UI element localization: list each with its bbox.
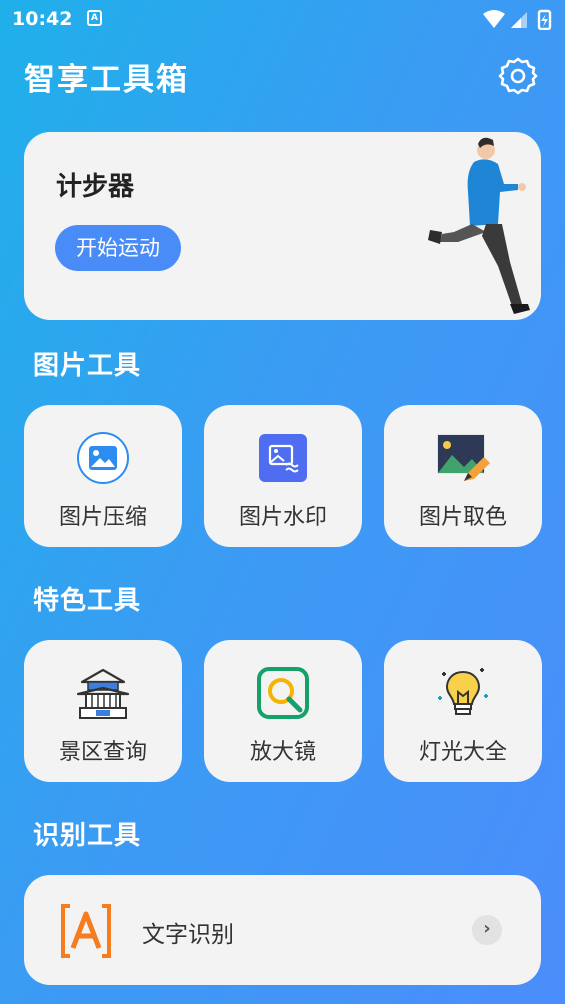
- tool-image-watermark[interactable]: 图片水印: [204, 405, 362, 547]
- chevron-right-icon[interactable]: ›: [472, 915, 502, 945]
- text-recognition-icon: [61, 904, 111, 958]
- tool-label: 图片水印: [238, 505, 327, 530]
- pedometer-title: 计步器: [56, 172, 135, 202]
- pedometer-card[interactable]: 计步器 开始运动: [24, 132, 541, 320]
- status-bar: 10:42 A: [0, 0, 565, 38]
- tool-label: 景区查询: [58, 740, 147, 765]
- tool-label: 图片压缩: [58, 505, 147, 530]
- notification-badge: A: [91, 13, 98, 23]
- tool-label: 放大镜: [249, 740, 316, 765]
- system-status-icons: [483, 9, 552, 30]
- tool-magnifier[interactable]: 放大镜: [204, 640, 362, 782]
- start-exercise-button[interactable]: 开始运动: [55, 225, 181, 271]
- tool-color-picker[interactable]: 图片取色: [384, 405, 542, 547]
- color-picker-icon: [437, 434, 490, 481]
- text-recognition-label: 文字识别: [142, 922, 234, 948]
- wifi-icon: [483, 10, 505, 28]
- pavilion-icon: [76, 668, 130, 719]
- tool-light-collection[interactable]: 灯光大全: [384, 640, 542, 782]
- status-time: 10:42: [12, 8, 73, 30]
- tool-scenic-spot-search[interactable]: 景区查询: [24, 640, 182, 782]
- notification-icon: A: [87, 10, 102, 26]
- runner-illustration: [428, 137, 530, 314]
- tool-label: 图片取色: [418, 505, 507, 530]
- tool-text-recognition[interactable]: 文字识别 ›: [24, 875, 541, 985]
- section-title-special-tools: 特色工具: [33, 586, 142, 616]
- image-watermark-icon: [259, 434, 307, 482]
- app-title: 智享工具箱: [24, 62, 189, 98]
- section-title-recognition-tools: 识别工具: [33, 821, 142, 851]
- magnifier-icon: [257, 667, 309, 719]
- tool-label: 灯光大全: [418, 740, 507, 765]
- section-title-image-tools: 图片工具: [33, 351, 142, 381]
- gear-icon[interactable]: [498, 56, 538, 96]
- light-bulb-icon: [438, 668, 488, 715]
- tool-image-compress[interactable]: 图片压缩: [24, 405, 182, 547]
- image-compress-icon: [77, 432, 129, 484]
